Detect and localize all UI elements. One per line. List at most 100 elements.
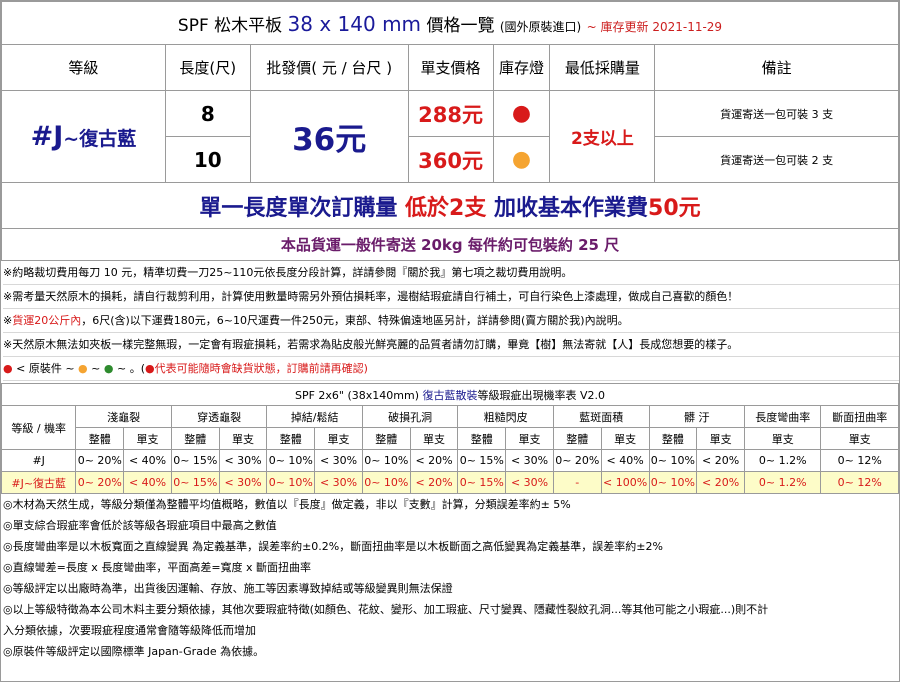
length-10: 10 [164,136,251,183]
grade-main: #J [30,121,64,152]
col-header-wholesale: 批發價( 元 / 台尺 ) [249,44,409,91]
note-stock-legend: ● < 原裝件 ~ ● ~ ● ~ 。(●代表可能隨時會缺貨狀態，訂購前請再確認… [3,357,899,381]
defect-cell: 0~ 12% [820,471,899,494]
note-shipping-fee: ※貨運20公斤內，6尺(含)以下運費180元，6~10尺運費一件250元，東部、… [3,309,899,333]
min-qty: 2支以上 [549,90,656,183]
defect-head-twist: 斷面扭曲率 [820,405,899,428]
legend-green-dot-icon: ● [103,362,114,375]
defect-cell: < 20% [696,449,745,472]
length-8: 8 [164,90,251,137]
defect-head-shallow-crack: 淺龜裂 [75,405,172,428]
defect-subheader-cell: 單支 [696,427,745,450]
legend-text-c: ~ [116,362,127,375]
legend-warning: 代表可能隨時會缺貨狀態，訂購前請再確認) [154,362,368,375]
defect-cell: 0~ 10% [266,471,316,494]
defect-cell: 0~ 20% [552,449,602,472]
banner-part-c: 加收基本作業費 [486,195,649,221]
remark-10: 貨運寄送一包可裝 2 支 [654,136,899,183]
legend-text-d: 。( [129,362,145,375]
defect-head-blue-stain: 藍斑面積 [552,405,650,428]
defect-subheader-cell: 整體 [170,427,220,450]
defect-cell: < 20% [409,449,459,472]
defect-subheader-cell: 單支 [314,427,363,450]
legend-red-dot-icon: ● [3,362,13,375]
defect-cell: < 20% [409,471,459,494]
defect-subheader-cell: 單支 [743,427,822,450]
price-table: SPF 松木平板 38 x 140 mm 價格一覽 (國外原裝進口) ~ 庫存更… [1,1,899,261]
defect-cell: 0~ 15% [457,449,507,472]
price-sheet: SPF 松木平板 38 x 140 mm 價格一覽 (國外原裝進口) ~ 庫存更… [0,0,900,682]
defect-cell: 0~ 10% [648,449,698,472]
defect-cell: 0~ 10% [266,449,316,472]
legend-red-dot-icon-2: ● [145,362,155,375]
col-header-unit-price: 單支價格 [407,44,494,91]
defect-subheader-cell: 整體 [361,427,411,450]
note-loss: ※需考量天然原木的損耗，請自行裁剪利用，計算使用數量時需另外預估損耗率，邊樹結瑕… [3,285,899,309]
banner-part-d: 50元 [648,195,701,221]
defect-cell: < 30% [218,471,268,494]
legend-text-a: < 原裝件 ~ [16,362,75,375]
defect-cell: < 100% [600,471,650,494]
defect-cell: 0~ 15% [457,471,507,494]
grade-note: ◎直線彎差=長度 x 長度彎曲率，平面高差=寬度 x 斷面扭曲率 [3,561,312,574]
note-shipping-mark: ※ [3,314,13,327]
grade-note: ◎單支綜合瑕疵率會低於該等級各瑕疵項目中最高之數值 [3,519,277,532]
col-header-remark: 備註 [654,44,899,91]
stock-dot-red-icon: ● [492,90,551,137]
note-shipping-weight: 貨運20公斤內 [12,314,82,327]
defect-cell: 0~ 20% [75,471,125,494]
defect-cell: 0~ 1.2% [743,471,822,494]
defect-cell: 0~ 20% [75,449,125,472]
defect-cell: < 30% [505,471,554,494]
col-header-min-qty: 最低採購量 [549,44,656,91]
defect-head-dirt: 髒 汙 [648,405,745,428]
grade-cell: #J~復古藍 [1,90,166,183]
grade-notes: ◎木材為天然生成，等級分類僅為整體平均值概略，數值以『長度』做定義，非以『支數』… [1,494,899,662]
defect-cell: 0~ 10% [361,471,411,494]
title-suffix: 價格一覽 [421,15,500,36]
defect-cell: 0~ 12% [820,449,899,472]
grade-note: ◎木材為天然生成，等級分類僅為整體平均值概略，數值以『長度』做定義，非以『支數』… [3,498,571,511]
defect-subheader-cell: 單支 [505,427,554,450]
banner-part-b: 低於2支 [405,195,487,221]
unit-price-10: 360元 [407,136,494,183]
defect-rate-table: SPF 2x6" (38x140mm) 復古藍散裝等級瑕疵出現機率表 V2.0 … [0,383,899,494]
defect-cell: #J [0,449,77,472]
defect-row-j: #J 0~ 20% < 40% 0~ 15% < 30% 0~ 10% < 30% 0~ 10… [0,449,899,472]
defect-subheader-cell: 單支 [600,427,650,450]
defect-subheader-cell: 單支 [409,427,459,450]
defect-head-rough: 粗糙閃皮 [457,405,554,428]
defect-cell: < 40% [123,471,172,494]
defect-subheader-cell: 單支 [123,427,172,450]
stock-update-date: ~ 庫存更新 2021-11-29 [586,19,723,34]
grade-note: ◎長度彎曲率是以木板寬面之直線變異 為定義基準，誤差率約±0.2%，斷面扭曲率是… [3,540,663,553]
defect-subheader-cell: 單支 [218,427,268,450]
title-origin: (國外原裝進口) [499,19,582,34]
min-order-banner: 單一長度單次訂購量 低於2支 加收基本作業費50元 [1,182,899,229]
col-header-grade: 等級 [1,44,166,91]
defect-cell: 0~ 15% [170,471,220,494]
unit-price-8: 288元 [407,90,494,137]
title-prefix: SPF 松木平板 [177,15,288,36]
defect-cell: < 40% [123,449,172,472]
legend-orange-dot-icon: ● [78,362,88,375]
grade-note: 入分類依據，次要瑕疵程度通常會隨等級降低而增加 [3,624,256,637]
note-natural-wood: ※天然原木無法如夾板一樣完整無瑕，一定會有瑕疵損耗，若需求為貼皮般光鮮亮麗的品質… [3,333,899,357]
notes-section: ※約略裁切費用每刀 10 元，精準切費一刀25~110元依長度分段計算，詳請參閱… [1,261,899,381]
defect-head-through-crack: 穿透龜裂 [170,405,268,428]
remark-8: 貨運寄送一包可裝 3 支 [654,90,899,137]
defect-cell: 0~ 1.2% [743,449,822,472]
defect-subheader-cell: 整體 [457,427,507,450]
defect-head-holes: 破損孔洞 [361,405,459,428]
defect-cell: < 30% [314,471,363,494]
defect-row-j-blue: #J~復古藍 0~ 20% < 40% 0~ 15% < 30% 0~ 10% < 30% 0… [0,471,899,494]
defect-cell: < 20% [696,471,745,494]
defect-cell: < 30% [314,449,363,472]
grade-note: ◎以上等級特徵為本公司木料主要分類依據，其他次要瑕疵特徵(如顏色、花紋、變形、加… [3,603,769,616]
col-header-length: 長度(尺) [164,44,251,91]
shipping-info: 本品貨運一般件寄送 20kg 每件約可包裝約 25 尺 [1,228,899,261]
banner-part-a: 單一長度單次訂購量 [199,195,406,221]
col-header-stock-light: 庫存燈 [492,44,551,91]
defect-subheader-cell: 整體 [266,427,316,450]
grade-note: ◎原裝件等級評定以國際標準 Japan-Grade 為依據。 [3,645,265,658]
